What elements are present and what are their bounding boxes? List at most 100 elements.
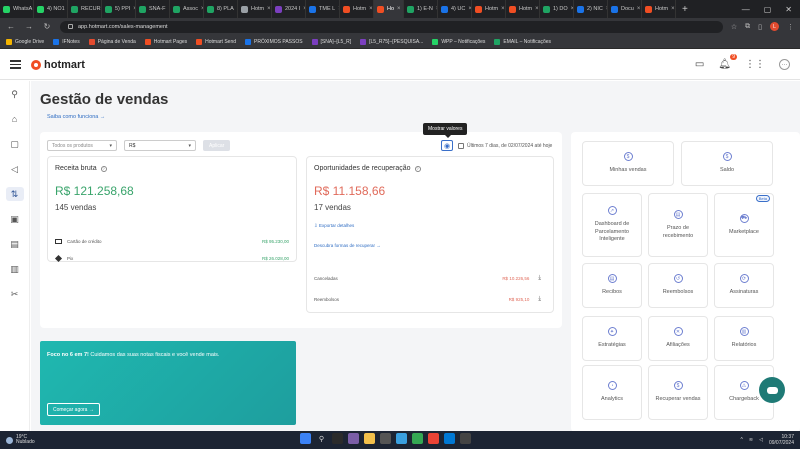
back-icon[interactable]: ← (6, 22, 16, 31)
browser-tab[interactable]: SNA-F× (136, 0, 170, 18)
windows-start-icon[interactable] (300, 433, 311, 444)
browser-tab[interactable]: Assoc× (170, 0, 204, 18)
hamburger-menu-icon[interactable] (10, 60, 21, 69)
browser-tab[interactable]: 2024 I× (272, 0, 306, 18)
profile-avatar[interactable]: L (770, 22, 779, 31)
sidebar-marketing-icon[interactable]: ◁ (6, 162, 24, 176)
reload-icon[interactable]: ↻ (42, 22, 52, 31)
tile-reembolsos[interactable]: ↺ Reembolsos (648, 263, 708, 308)
bookmark-item[interactable]: Página de Venda (88, 38, 136, 45)
tile-dashboard-de-parcelamento-inteligente[interactable]: ↗ Dashboard de Parcelamento Inteligente (582, 193, 642, 257)
bookmark-item[interactable]: [SNA]–[L5_R] (311, 38, 351, 45)
sidebar-reports-icon[interactable]: ▤ (6, 237, 24, 251)
minimize-icon[interactable]: — (742, 5, 750, 14)
forward-icon[interactable]: → (24, 22, 34, 31)
browser-tab[interactable]: Hotm × (340, 0, 374, 18)
browser-tab[interactable]: 1) E-N× (404, 0, 438, 18)
bookmark-item[interactable]: WPP – Notificações (432, 38, 485, 45)
chrome-icon[interactable] (412, 433, 423, 444)
star-icon[interactable]: ☆ (731, 23, 737, 31)
download-icon[interactable]: ⤓ (538, 275, 541, 282)
browser-tab[interactable]: TME L× (306, 0, 340, 18)
tab-close-icon[interactable]: × (369, 6, 373, 12)
volume-icon[interactable]: ◁ (759, 437, 763, 443)
hotmart-logo[interactable]: hotmart (31, 59, 85, 71)
bookmark-item[interactable]: Hotmart Send (196, 38, 236, 45)
tab-close-icon[interactable]: × (501, 6, 505, 12)
browser-tab[interactable]: 8) PLA× (204, 0, 238, 18)
bell-icon[interactable]: 🔔︎ 9 (718, 54, 737, 70)
show-values-eye-icon[interactable]: ◉ (441, 140, 453, 151)
url-input[interactable]: app.hotmart.com/sales-management (60, 20, 723, 33)
browser-tab[interactable]: WhatsA× (0, 0, 34, 18)
user-avatar[interactable]: ··· (779, 59, 790, 70)
tile-afilia-es[interactable]: ✕ Afiliações (648, 316, 708, 361)
app-icon[interactable] (460, 433, 471, 444)
browser-tab[interactable]: Hotm × (642, 0, 676, 18)
browser-tab[interactable]: Docu × (608, 0, 642, 18)
sidebar-sales-icon[interactable]: ⇅ (5, 187, 24, 201)
blocked-icon[interactable] (380, 433, 391, 444)
mail-icon[interactable] (396, 433, 407, 444)
browser-tab[interactable]: 4) NO1× (34, 0, 68, 18)
search-icon[interactable]: ⚲ (316, 433, 327, 444)
browser-tab[interactable]: Hotm × (238, 0, 272, 18)
sidebar-products-icon[interactable]: ▢ (6, 137, 24, 151)
sidepanel-icon[interactable]: ▯ (758, 23, 762, 31)
chrome-profile-icon[interactable] (428, 433, 439, 444)
tab-close-icon[interactable]: × (671, 6, 675, 12)
bookmark-item[interactable]: PRÓXIMOS PASSOS (245, 38, 303, 45)
browser-tab[interactable]: 1) DO × (540, 0, 574, 18)
sidebar-wallet-icon[interactable]: ▣ (6, 212, 24, 226)
weather-widget[interactable]: 19°C Nublado (6, 434, 35, 446)
tile-marketplace[interactable]: ⛟ Marketplace Beta (714, 193, 774, 257)
start-now-button[interactable]: Começar agora → (47, 403, 100, 416)
apply-button[interactable]: Aplicar (203, 140, 231, 151)
maximize-icon[interactable]: ▢ (764, 5, 772, 14)
tile-assinaturas[interactable]: ⟳ Assinaturas (714, 263, 774, 308)
bookmark-item[interactable]: Google Drive (6, 38, 44, 45)
teams-icon[interactable] (348, 433, 359, 444)
browser-tab[interactable]: 4) UC × (438, 0, 472, 18)
browser-tab[interactable]: RECUR× (68, 0, 102, 18)
tile-recibos[interactable]: ▤ Recibos (582, 263, 642, 308)
tab-close-icon[interactable]: × (267, 6, 271, 12)
file-explorer-icon[interactable] (364, 433, 375, 444)
wifi-icon[interactable]: ≋ (749, 437, 753, 443)
sidebar-tools-icon[interactable]: ✂ (6, 287, 24, 301)
chevron-up-icon[interactable]: ^ (741, 437, 743, 443)
currency-select[interactable]: R$ ▾ (124, 140, 196, 151)
tab-close-icon[interactable]: × (637, 6, 641, 12)
browser-tab[interactable]: Ho × (374, 0, 404, 18)
tile-minhas-vendas[interactable]: $ Minhas vendas (582, 141, 674, 186)
tile-prazo-de-recebimento[interactable]: ▤ Prazo de recebimento (648, 193, 708, 257)
browser-tab[interactable]: 2) NIC× (574, 0, 608, 18)
bookmark-item[interactable]: IFNotes (53, 38, 80, 45)
task-view-icon[interactable] (332, 433, 343, 444)
tile-estrat-gias[interactable]: ✦ Estratégias (582, 316, 642, 361)
close-window-icon[interactable]: ✕ (785, 5, 792, 14)
bookmark-item[interactable]: EMAIL – Notificações (494, 38, 551, 45)
tile-relat-rios[interactable]: ▥ Relatórios (714, 316, 774, 361)
tab-close-icon[interactable]: × (535, 6, 539, 12)
browser-tab[interactable]: 5) PPI× (102, 0, 136, 18)
clock[interactable]: 10:37 09/07/2024 (769, 434, 794, 446)
edge-icon[interactable] (444, 433, 455, 444)
bookmark-item[interactable]: [L5_R75]–[PESQUISA... (360, 38, 423, 45)
tile-analytics[interactable]: ◔ Analytics (582, 365, 642, 420)
sidebar-search-icon[interactable]: ⚲ (6, 87, 24, 101)
discover-recovery-link[interactable]: Descubra formas de recuperar → (314, 243, 381, 248)
help-icon[interactable]: ? (414, 165, 421, 172)
apps-grid-icon[interactable]: ⋮⋮ (745, 59, 765, 70)
sidebar-home-icon[interactable]: ⌂ (6, 112, 24, 126)
download-icon[interactable]: ⤓ (538, 296, 541, 303)
extensions-icon[interactable]: ⧉ (745, 23, 750, 31)
tab-close-icon[interactable]: × (397, 6, 401, 12)
export-details-link[interactable]: ⇩ Exportar detalhes (314, 223, 354, 229)
browser-tab[interactable]: Hotm × (472, 0, 506, 18)
product-select[interactable]: Todos os produtos ▾ (47, 140, 117, 151)
help-icon[interactable]: ? (100, 165, 107, 172)
tile-recuperar-vendas[interactable]: $ Recuperar vendas (648, 365, 708, 420)
tile-saldo[interactable]: $ Saldo (681, 141, 773, 186)
browser-tab[interactable]: Hotm × (506, 0, 540, 18)
